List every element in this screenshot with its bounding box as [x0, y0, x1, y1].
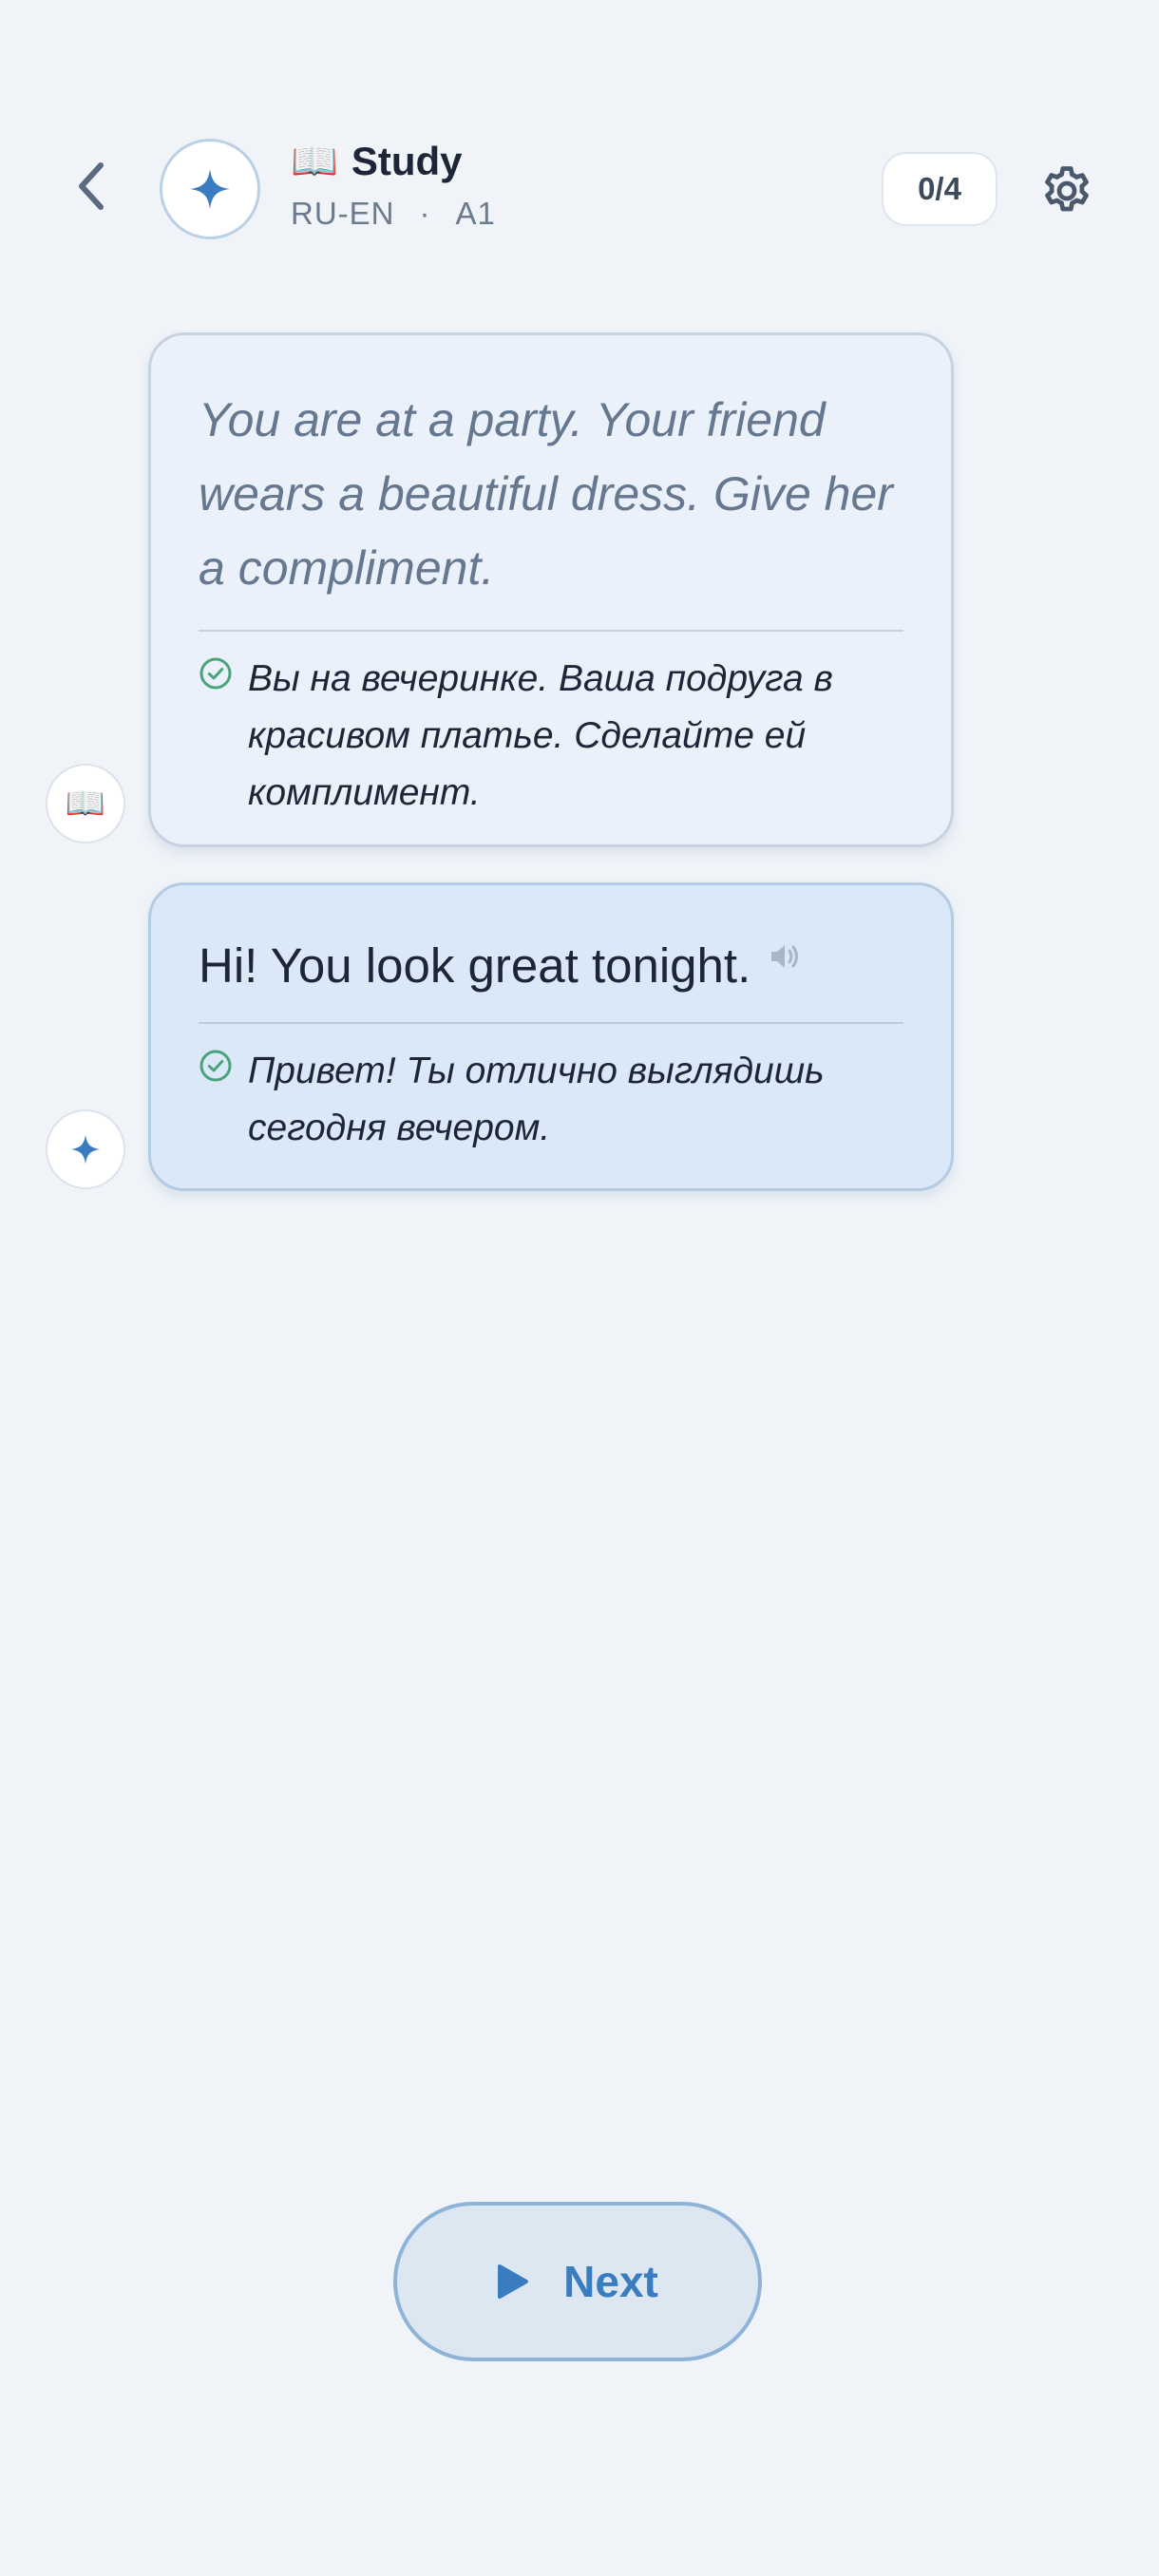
progress-counter: 0/4 [882, 152, 998, 226]
back-button[interactable] [57, 152, 125, 220]
assistant-message-card: Hi! You look great tonight. Привет! Ты о… [148, 882, 954, 1191]
assistant-avatar [160, 139, 260, 239]
card-divider [199, 1022, 903, 1024]
check-circle-icon [200, 1050, 232, 1082]
chevron-left-icon [79, 162, 104, 210]
translation-row: Привет! Ты отлично выглядишь сегодня веч… [199, 1043, 903, 1157]
subtitle-separator: · [419, 196, 431, 231]
study-screen: 📖 Study RU-EN · A1 0/4 📖 You are at a pa… [0, 0, 1159, 2576]
page-title: Study [351, 139, 463, 183]
reply-row: Hi! You look great tonight. [199, 933, 903, 999]
scenario-translation: Вы на вечеринке. Ваша подруга в красивом… [248, 658, 833, 813]
card-divider [199, 630, 903, 632]
speaker-icon[interactable] [770, 942, 802, 971]
assistant-message-text: Hi! You look great tonight. [199, 938, 751, 993]
play-icon [498, 2264, 529, 2299]
sparkle-icon [190, 169, 230, 209]
settings-button[interactable] [1034, 158, 1100, 224]
scenario-avatar: 📖 [46, 764, 125, 843]
book-icon: 📖 [65, 785, 106, 823]
book-icon: 📖 [291, 140, 338, 183]
language-pair: RU-EN [291, 196, 395, 231]
assistant-message-translation: Привет! Ты отлично выглядишь сегодня веч… [248, 1051, 825, 1148]
level-label: A1 [455, 196, 496, 231]
next-button-label: Next [563, 2257, 658, 2306]
sparkle-icon [70, 1134, 101, 1165]
translation-row: Вы на вечеринке. Ваша подруга в красивом… [199, 651, 903, 822]
subtitle: RU-EN · A1 [291, 196, 496, 232]
next-button[interactable]: Next [393, 2202, 762, 2361]
scenario-card: You are at a party. Your friend wears a … [148, 332, 954, 847]
title-row: 📖 Study [291, 139, 496, 184]
scenario-text: You are at a party. Your friend wears a … [199, 393, 893, 595]
gear-icon [1045, 166, 1089, 212]
check-circle-icon [200, 657, 232, 690]
assistant-message-avatar [46, 1109, 125, 1189]
header-title-block: 📖 Study RU-EN · A1 [291, 139, 496, 232]
